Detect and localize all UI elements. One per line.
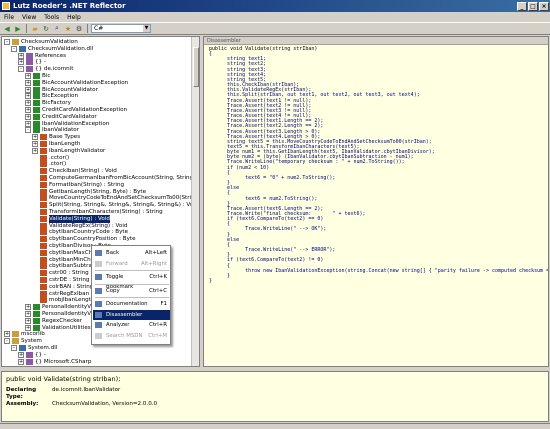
status-bar <box>0 423 550 429</box>
tree-item-label: ValidationUtilities <box>42 324 91 331</box>
collapse-icon[interactable]: - <box>25 127 31 134</box>
menu-item-icon <box>95 250 102 256</box>
language-value: C# <box>94 25 104 32</box>
method-signature: public void Validate(string strIban); <box>6 375 121 383</box>
context-menu-item[interactable]: Back Alt+Left <box>93 248 170 258</box>
app-icon <box>2 2 10 10</box>
menu-tools[interactable]: Tools <box>40 14 63 21</box>
context-menu-item[interactable]: Analyzer Ctrl+R <box>93 320 170 330</box>
context-menu-item[interactable]: Disassembler <box>93 309 170 320</box>
menu-item-icon <box>95 287 102 294</box>
disassembler-pane: Disassembler public void Validate(string… <box>203 36 549 367</box>
minimize-button[interactable]: _ <box>517 1 527 11</box>
code-line: throw new IbanValidationException(string… <box>245 267 549 274</box>
assembly-row: Assembly: ChecksumValidation, Version=2.… <box>6 401 544 408</box>
declaring-type-row: Declaring Type: de.icomnit.IbanValidator <box>6 387 544 401</box>
title-bar: Lutz Roeder's .NET Reflector _ □ × <box>0 0 550 12</box>
assembly-label: Assembly: <box>6 401 39 407</box>
assembly-value[interactable]: ChecksumValidation, Version=2.0.0.0 <box>52 401 157 408</box>
menu-separator <box>95 297 169 298</box>
collapse-icon[interactable]: - <box>11 345 17 351</box>
menu-item-icon <box>95 260 102 267</box>
forward-icon[interactable]: ▶ <box>13 24 23 34</box>
context-menu-item[interactable]: Documentation F1 <box>93 299 170 309</box>
menu-bar: File View Tools Help <box>0 12 550 22</box>
context-menu-item[interactable]: Forward Alt+Right <box>93 259 170 269</box>
chevron-down-icon: ▼ <box>143 25 150 32</box>
refresh-icon[interactable]: ↻ <box>41 24 51 34</box>
menu-item-shortcut: Ctrl+C <box>149 287 167 294</box>
menu-item-shortcut: Ctrl+M <box>148 332 167 339</box>
menu-item-label: Back <box>106 250 120 256</box>
menu-item-shortcut: Ctrl+K <box>149 274 167 280</box>
menu-item-icon <box>95 301 102 307</box>
context-menu-item[interactable]: Toggle Bookmark Ctrl+K <box>93 272 170 290</box>
menu-item-label: Toggle Bookmark <box>106 274 134 290</box>
declaring-type-label: Declaring Type: <box>6 387 37 400</box>
tree-item[interactable]: + {} Microsoft.CSharp <box>18 358 91 366</box>
details-pane: public void Validate(string strIban); De… <box>1 371 549 422</box>
menu-item-label: Forward <box>106 260 128 267</box>
menu-help[interactable]: Help <box>63 14 85 21</box>
menu-item-label: Copy <box>106 287 120 294</box>
tree-node-icon <box>26 358 33 365</box>
menu-item-icon <box>95 332 102 339</box>
window-title: Lutz Roeder's .NET Reflector <box>13 2 126 10</box>
menu-item-icon <box>95 322 102 328</box>
menu-item-shortcut: Ctrl+R <box>149 322 167 328</box>
expand-icon[interactable]: + <box>18 358 24 365</box>
bookmark-icon[interactable]: ★ <box>63 24 73 34</box>
declaring-type-value[interactable]: de.icomnit.IbanValidator <box>52 387 120 401</box>
maximize-button[interactable]: □ <box>528 1 538 11</box>
collapse-icon[interactable]: - <box>4 338 10 345</box>
menu-item-icon <box>95 311 102 318</box>
context-menu: Back Alt+Left Forward Alt+Right Toggle Bookm… <box>91 245 171 345</box>
scroll-thumb[interactable] <box>193 47 199 87</box>
menu-separator <box>95 270 169 271</box>
menu-file[interactable]: File <box>0 14 18 21</box>
menu-item-shortcut: F1 <box>160 301 167 307</box>
options-icon[interactable]: ⚙ <box>74 24 84 34</box>
collapse-icon[interactable]: - <box>11 45 17 52</box>
menu-item-label: Analyzer <box>106 322 130 328</box>
menu-item-label: Documentation <box>106 301 148 307</box>
menu-view[interactable]: View <box>18 14 40 21</box>
menu-item-label: Disassembler <box>106 311 143 318</box>
menu-item-label: Search MSDN <box>106 332 143 339</box>
disassembly-code: public void Validate(string strIban){ st… <box>209 46 549 285</box>
close-button[interactable]: × <box>539 1 549 11</box>
menu-item-shortcut: Alt+Left <box>145 250 167 256</box>
tree-scrollbar[interactable] <box>191 37 199 366</box>
toolbar: ◀ ▶ ▰ ↻ ⌕ ★ ⚙ C# ▼ <box>0 22 550 35</box>
menu-item-shortcut: Alt+Right <box>140 260 167 267</box>
open-icon[interactable]: ▰ <box>30 24 40 34</box>
menu-separator <box>95 283 169 285</box>
context-menu-item[interactable]: Copy Ctrl+C <box>93 286 170 296</box>
code-line: } <box>209 278 213 285</box>
collapse-icon[interactable]: - <box>18 66 24 73</box>
collapse-icon[interactable]: - <box>4 39 10 45</box>
menu-item-icon <box>95 274 102 280</box>
disassembler-header: Disassembler <box>204 37 548 45</box>
search-icon[interactable]: ⌕ <box>52 24 62 34</box>
tree-item-label: {} Microsoft.CSharp <box>35 358 92 365</box>
back-icon[interactable]: ◀ <box>2 24 12 34</box>
context-menu-item[interactable]: Search MSDN Ctrl+M <box>93 331 170 341</box>
toolbar-separator <box>87 24 88 33</box>
language-select[interactable]: C# ▼ <box>91 24 151 33</box>
toolbar-separator <box>26 24 27 33</box>
